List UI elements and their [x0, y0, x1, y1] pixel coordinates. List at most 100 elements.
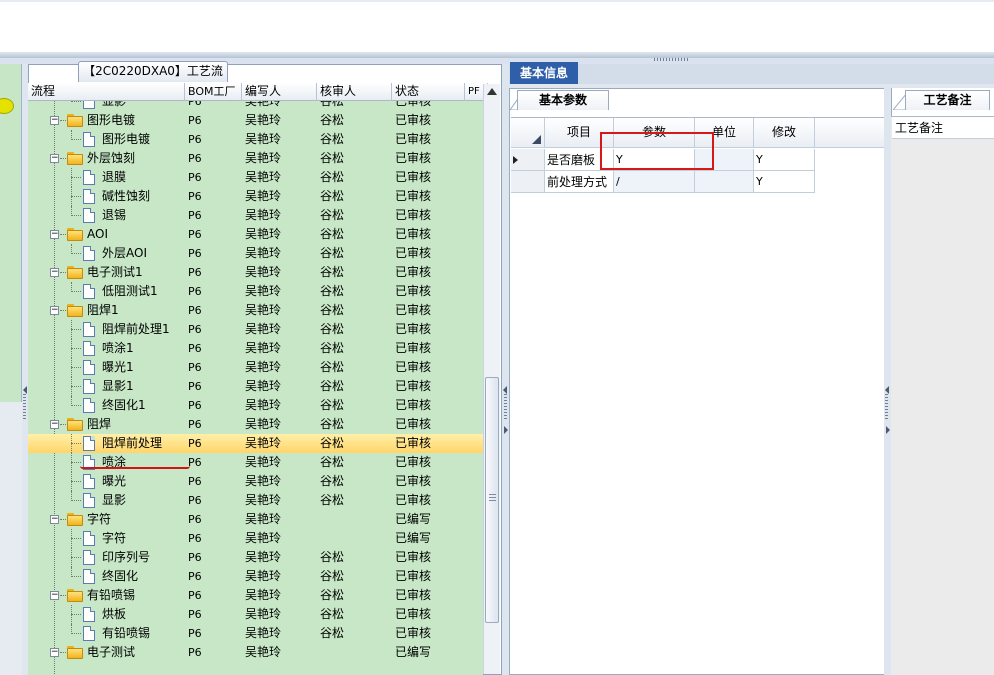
tree-row[interactable]: − 图形电镀 P6 吴艳玲 谷松 已审核 — [28, 111, 483, 130]
tree-cell-name[interactable]: 喷涂1 — [28, 339, 185, 358]
tree-row[interactable]: 阻焊前处理1 P6 吴艳玲 谷松 已审核 — [28, 320, 483, 339]
tree-cell-checker[interactable]: 谷松 — [317, 225, 392, 244]
collapse-node-icon[interactable]: − — [50, 420, 59, 429]
row-header-cell[interactable] — [511, 171, 545, 193]
tree-cell-name[interactable]: − 字符 — [28, 510, 185, 529]
tree-cell-status[interactable]: 已审核 — [392, 548, 483, 567]
tree-cell-status[interactable]: 已审核 — [392, 567, 483, 586]
tree-cell-checker[interactable]: 谷松 — [317, 472, 392, 491]
tree-cell-editor[interactable]: 吴艳玲 — [242, 111, 317, 130]
tree-cell-name[interactable]: 显影 — [28, 101, 185, 111]
tree-cell-checker[interactable]: 谷松 — [317, 567, 392, 586]
tab-basic-info[interactable]: 基本信息 — [510, 62, 578, 84]
tree-cell-editor[interactable]: 吴艳玲 — [242, 605, 317, 624]
tree-cell-checker[interactable]: 谷松 — [317, 263, 392, 282]
tree-row[interactable]: 退锡 P6 吴艳玲 谷松 已审核 — [28, 206, 483, 225]
tree-cell-status[interactable]: 已审核 — [392, 453, 483, 472]
tree-cell-status[interactable]: 已审核 — [392, 624, 483, 643]
tree-row[interactable]: 低阻测试1 P6 吴艳玲 谷松 已审核 — [28, 282, 483, 301]
tree-cell-status[interactable]: 已审核 — [392, 263, 483, 282]
tree-cell-checker[interactable]: 谷松 — [317, 586, 392, 605]
tree-cell-checker[interactable] — [317, 510, 392, 529]
tree-scroll-thumb[interactable] — [485, 377, 499, 623]
tree-cell-status[interactable]: 已审核 — [392, 149, 483, 168]
tree-cell-name[interactable]: 曝光 — [28, 472, 185, 491]
tree-cell-name[interactable]: 外层AOI — [28, 244, 185, 263]
tree-cell-name[interactable]: − 电子测试 — [28, 643, 185, 662]
tree-cell-status[interactable]: 已编写 — [392, 510, 483, 529]
middle-splitter-grip[interactable] — [504, 394, 507, 420]
tree-cell-checker[interactable]: 谷松 — [317, 415, 392, 434]
collapse-node-icon[interactable]: − — [50, 154, 59, 163]
tree-cell-checker[interactable]: 谷松 — [317, 396, 392, 415]
tree-cell-editor[interactable]: 吴艳玲 — [242, 206, 317, 225]
tree-cell-editor[interactable]: 吴艳玲 — [242, 529, 317, 548]
tree-cell-editor[interactable]: 吴艳玲 — [242, 472, 317, 491]
tree-cell-checker[interactable]: 谷松 — [317, 624, 392, 643]
tree-cell-bom[interactable]: P6 — [185, 472, 242, 491]
tree-cell-editor[interactable]: 吴艳玲 — [242, 187, 317, 206]
tree-cell-bom[interactable]: P6 — [185, 510, 242, 529]
tree-row[interactable]: 喷涂1 P6 吴艳玲 谷松 已审核 — [28, 339, 483, 358]
column-header-editor[interactable]: 编写人 — [242, 83, 317, 101]
tree-cell-bom[interactable]: P6 — [185, 111, 242, 130]
tree-cell-name[interactable]: 喷涂 — [28, 453, 185, 472]
tree-row[interactable]: − 电子测试 P6 吴艳玲 已编写 — [28, 643, 483, 662]
tree-cell-status[interactable]: 已审核 — [392, 206, 483, 225]
tree-cell-bom[interactable]: P6 — [185, 225, 242, 244]
column-header-status[interactable]: 状态 — [392, 83, 465, 101]
tree-row[interactable]: 显影 P6 吴艳玲 谷松 已审核 — [28, 491, 483, 510]
tree-cell-status[interactable]: 已编写 — [392, 529, 483, 548]
tree-cell-name[interactable]: 终固化1 — [28, 396, 185, 415]
tab-basic-params[interactable]: 基本参数 — [517, 90, 609, 110]
tree-cell-editor[interactable]: 吴艳玲 — [242, 377, 317, 396]
tree-cell-editor[interactable]: 吴艳玲 — [242, 244, 317, 263]
tree-cell-checker[interactable]: 谷松 — [317, 101, 392, 111]
tree-cell-bom[interactable]: P6 — [185, 130, 242, 149]
tree-cell-name[interactable]: − 图形电镀 — [28, 111, 185, 130]
grid-cell-param[interactable]: / — [614, 171, 695, 193]
tree-cell-editor[interactable]: 吴艳玲 — [242, 567, 317, 586]
tree-cell-name[interactable]: 阻焊前处理 — [28, 434, 185, 453]
tree-cell-editor[interactable]: 吴艳玲 — [242, 225, 317, 244]
tree-cell-status[interactable]: 已审核 — [392, 491, 483, 510]
tree-cell-editor[interactable]: 吴艳玲 — [242, 415, 317, 434]
tree-cell-bom[interactable]: P6 — [185, 339, 242, 358]
tree-row-selected[interactable]: 阻焊前处理 P6 吴艳玲 谷松 已审核 — [28, 434, 483, 453]
tree-cell-checker[interactable]: 谷松 — [317, 491, 392, 510]
tree-cell-bom[interactable]: P6 — [185, 586, 242, 605]
tree-cell-name[interactable]: 烘板 — [28, 605, 185, 624]
tree-cell-bom[interactable]: P6 — [185, 206, 242, 225]
collapse-middle-left-arrow-icon[interactable] — [503, 386, 507, 394]
middle-splitter[interactable] — [502, 64, 509, 675]
expand-middle-right-arrow-icon[interactable] — [504, 426, 508, 434]
tree-cell-bom[interactable]: P6 — [185, 263, 242, 282]
tree-cell-bom[interactable]: P6 — [185, 624, 242, 643]
tree-cell-editor[interactable]: 吴艳玲 — [242, 548, 317, 567]
right-splitter[interactable] — [884, 88, 890, 675]
grid-header-modify[interactable]: 修改 — [754, 118, 815, 148]
tree-cell-name[interactable]: 终固化 — [28, 567, 185, 586]
tree-cell-bom[interactable]: P6 — [185, 415, 242, 434]
tree-cell-status[interactable]: 已审核 — [392, 101, 483, 111]
tree-cell-name[interactable]: 字符 — [28, 529, 185, 548]
tree-cell-checker[interactable]: 谷松 — [317, 453, 392, 472]
tree-cell-checker[interactable]: 谷松 — [317, 282, 392, 301]
tree-cell-status[interactable]: 已审核 — [392, 130, 483, 149]
tree-cell-status[interactable]: 已审核 — [392, 320, 483, 339]
tree-cell-name[interactable]: 阻焊前处理1 — [28, 320, 185, 339]
tree-row[interactable]: 外层AOI P6 吴艳玲 谷松 已审核 — [28, 244, 483, 263]
tree-cell-editor[interactable]: 吴艳玲 — [242, 168, 317, 187]
tree-row[interactable]: − 外层蚀刻 P6 吴艳玲 谷松 已审核 — [28, 149, 483, 168]
left-splitter-grip[interactable] — [23, 394, 26, 420]
info-tabbar-grip[interactable] — [654, 58, 690, 61]
tree-cell-editor[interactable]: 吴艳玲 — [242, 453, 317, 472]
tree-cell-status[interactable]: 已审核 — [392, 434, 483, 453]
tree-cell-name[interactable]: − 阻焊1 — [28, 301, 185, 320]
tree-cell-editor[interactable]: 吴艳玲 — [242, 301, 317, 320]
tree-cell-editor[interactable]: 吴艳玲 — [242, 339, 317, 358]
collapse-node-icon[interactable]: − — [50, 230, 59, 239]
tree-cell-name[interactable]: − 电子测试1 — [28, 263, 185, 282]
scroll-up-arrow-icon[interactable] — [487, 88, 497, 95]
tree-cell-bom[interactable]: P6 — [185, 567, 242, 586]
